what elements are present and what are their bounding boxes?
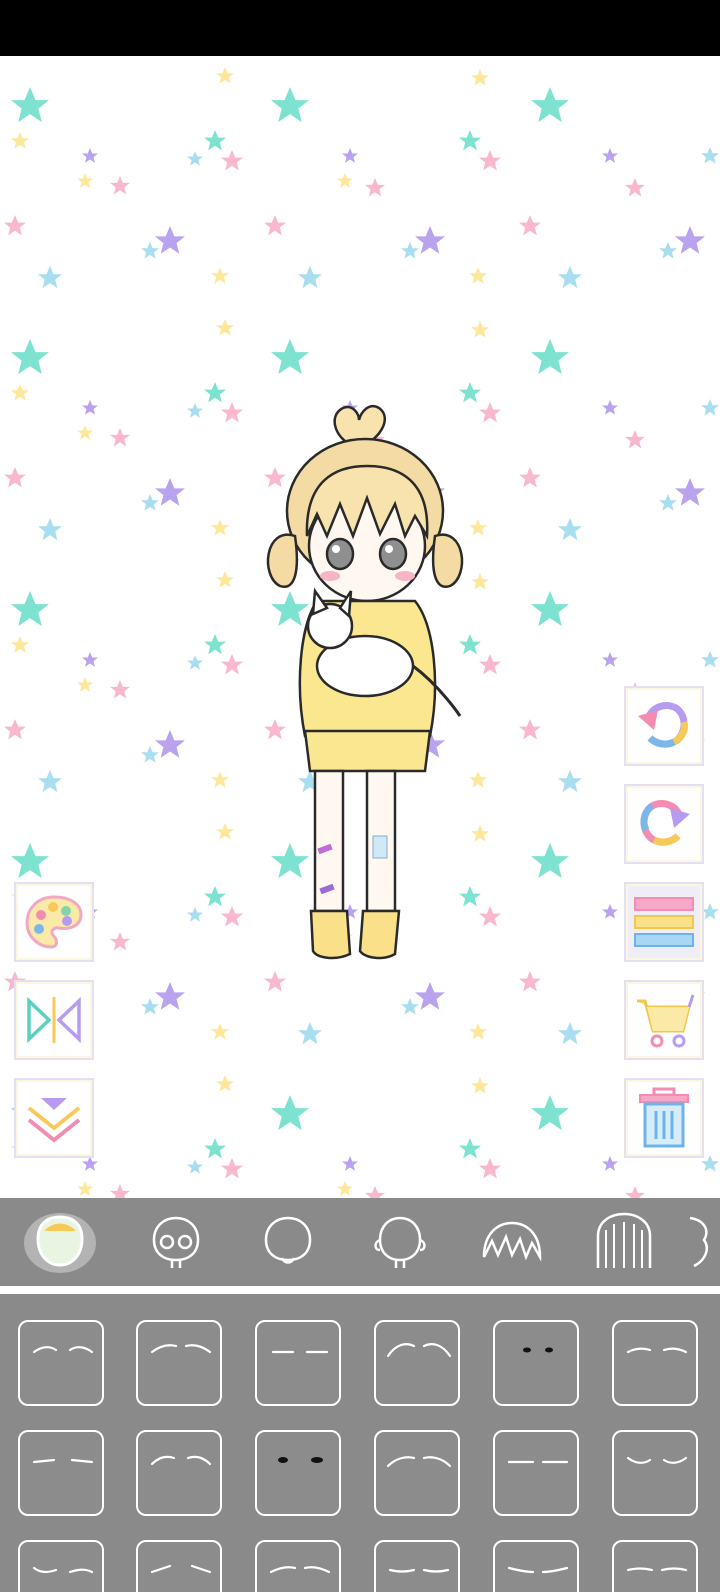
eyebrow-option-17[interactable] bbox=[493, 1540, 579, 1592]
head-ears-icon bbox=[374, 1216, 426, 1268]
tab-face-shape[interactable] bbox=[0, 1198, 120, 1286]
status-bar bbox=[0, 0, 720, 56]
eyebrow-preview-icon bbox=[386, 1343, 452, 1358]
layers-button[interactable] bbox=[624, 882, 704, 962]
tab-front-hair[interactable] bbox=[456, 1198, 568, 1286]
face-icon bbox=[152, 1216, 200, 1268]
eyebrow-option-12[interactable] bbox=[612, 1430, 698, 1516]
eyebrow-preview-icon bbox=[507, 1566, 569, 1574]
eyebrow-option-13[interactable] bbox=[18, 1540, 104, 1592]
eyebrow-preview-icon bbox=[32, 1458, 94, 1464]
tab-side-hair[interactable] bbox=[680, 1198, 720, 1286]
eyebrow-options-grid bbox=[0, 1294, 720, 1592]
undo-button[interactable] bbox=[624, 686, 704, 766]
eyebrow-option-11[interactable] bbox=[493, 1430, 579, 1516]
tab-head-chin[interactable] bbox=[232, 1198, 344, 1286]
chibi-character[interactable] bbox=[255, 386, 480, 986]
shop-button[interactable] bbox=[624, 980, 704, 1060]
eyebrow-option-10[interactable] bbox=[374, 1430, 460, 1516]
eyebrow-preview-icon bbox=[626, 1347, 688, 1354]
eyebrow-option-09[interactable] bbox=[255, 1430, 341, 1516]
eyebrow-preview-icon bbox=[32, 1346, 94, 1354]
eyebrow-preview-icon bbox=[388, 1568, 450, 1573]
front-hair-icon bbox=[482, 1221, 542, 1262]
cart-icon bbox=[637, 994, 695, 1048]
eyebrow-preview-icon bbox=[523, 1347, 553, 1353]
delete-button[interactable] bbox=[624, 1078, 704, 1158]
eyebrow-preview-icon bbox=[150, 1455, 212, 1466]
redo-button[interactable] bbox=[624, 784, 704, 864]
side-hair-icon bbox=[689, 1216, 708, 1268]
tab-head-ears[interactable] bbox=[344, 1198, 456, 1286]
eyebrow-preview-icon bbox=[278, 1457, 323, 1463]
eyebrow-option-15[interactable] bbox=[255, 1540, 341, 1592]
panel-divider bbox=[0, 1286, 720, 1294]
eyebrow-option-02[interactable] bbox=[136, 1320, 222, 1406]
layers-icon bbox=[634, 897, 694, 947]
flip-icon bbox=[27, 996, 81, 1044]
head-chin-icon bbox=[264, 1216, 312, 1264]
eyebrow-option-06[interactable] bbox=[612, 1320, 698, 1406]
eyebrow-option-05[interactable] bbox=[493, 1320, 579, 1406]
trash-icon bbox=[639, 1087, 689, 1148]
eyebrow-option-03[interactable] bbox=[255, 1320, 341, 1406]
face-shape-icon bbox=[24, 1213, 96, 1273]
eyebrow-option-08[interactable] bbox=[136, 1430, 222, 1516]
eyebrow-preview-icon bbox=[271, 1350, 329, 1354]
chevron-down-double-icon bbox=[27, 1098, 81, 1143]
eyebrow-option-14[interactable] bbox=[136, 1540, 222, 1592]
character-stage bbox=[0, 56, 720, 1198]
eyebrow-preview-icon bbox=[626, 1567, 688, 1572]
eyebrow-option-07[interactable] bbox=[18, 1430, 104, 1516]
eyebrow-option-16[interactable] bbox=[374, 1540, 460, 1592]
flip-button[interactable] bbox=[14, 980, 94, 1060]
back-hair-icon bbox=[596, 1212, 652, 1268]
eyebrow-preview-icon bbox=[386, 1456, 452, 1468]
eyebrow-preview-icon bbox=[32, 1566, 94, 1574]
tab-back-hair[interactable] bbox=[568, 1198, 680, 1286]
eyebrow-option-18[interactable] bbox=[612, 1540, 698, 1592]
eyebrow-preview-icon bbox=[507, 1460, 569, 1464]
redo-icon bbox=[640, 800, 690, 846]
undo-icon bbox=[638, 702, 688, 748]
category-tabs bbox=[0, 1198, 720, 1286]
palette-button[interactable] bbox=[14, 882, 94, 962]
collapse-button[interactable] bbox=[14, 1078, 94, 1158]
eyebrow-preview-icon bbox=[269, 1566, 331, 1574]
eyebrow-option-01[interactable] bbox=[18, 1320, 104, 1406]
eyebrow-preview-icon bbox=[150, 1564, 212, 1574]
eyebrow-preview-icon bbox=[150, 1344, 212, 1354]
palette-icon bbox=[25, 895, 83, 949]
eyebrow-option-04[interactable] bbox=[374, 1320, 460, 1406]
tab-face[interactable] bbox=[120, 1198, 232, 1286]
eyebrow-preview-icon bbox=[626, 1456, 688, 1464]
